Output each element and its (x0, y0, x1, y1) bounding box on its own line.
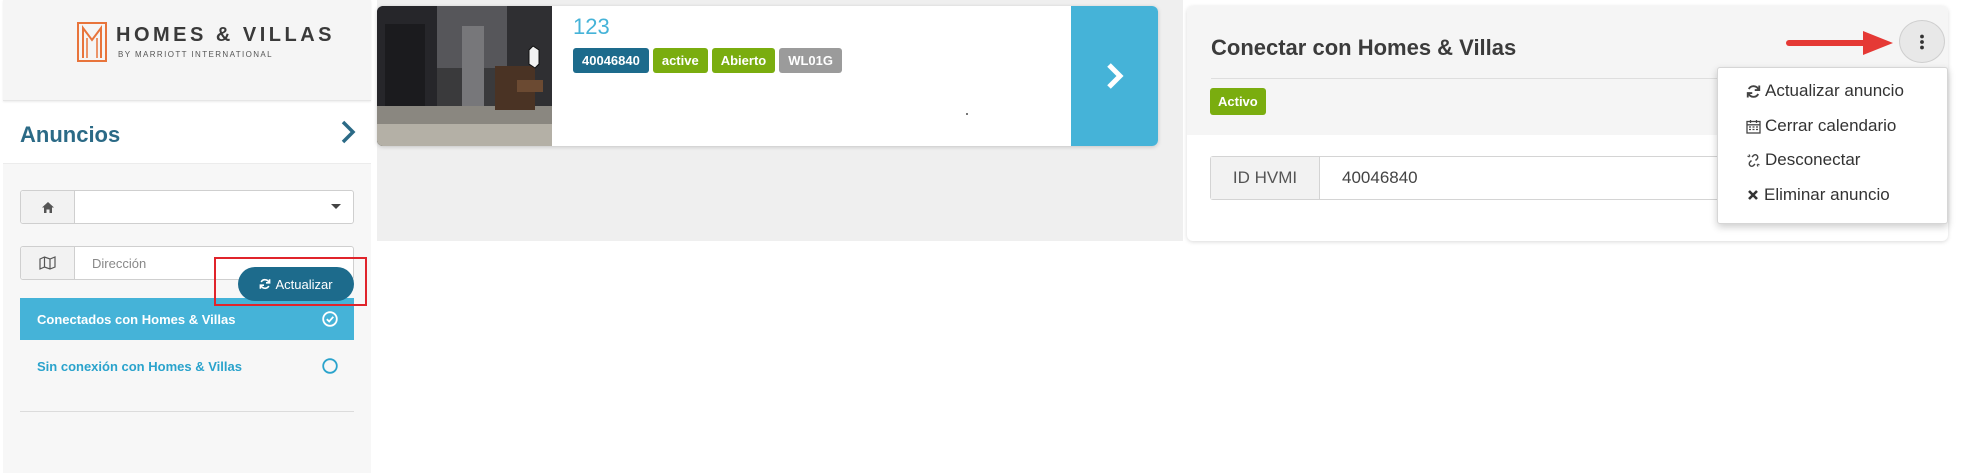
menu-item-disconnect-label: Desconectar (1765, 150, 1861, 169)
caret-down-icon (331, 204, 341, 209)
check-circle-icon (322, 311, 338, 327)
refresh-button[interactable]: Actualizar (238, 267, 354, 301)
radio-empty-icon (322, 358, 338, 374)
map-icon (39, 256, 56, 270)
sidebar: HOMES & VILLAS BY MARRIOTT INTERNATIONAL… (0, 0, 374, 473)
property-select[interactable] (20, 190, 354, 224)
listing-photo (377, 6, 552, 146)
menu-item-update-listing-label: Actualizar anuncio (1765, 81, 1904, 100)
refresh-button-label: Actualizar (275, 276, 333, 292)
options-menu: Actualizar anuncio Cerrar calendario Des… (1717, 67, 1948, 224)
brand-logo-box: HOMES & VILLAS BY MARRIOTT INTERNATIONAL (3, 0, 371, 101)
menu-item-close-calendar-label: Cerrar calendario (1765, 116, 1897, 135)
listing-card[interactable]: 123 40046840 active Abierto WL01G (377, 6, 1158, 146)
listing-name[interactable]: 123 (573, 14, 610, 40)
filter-disconnected[interactable]: Sin conexión con Homes & Villas (20, 345, 354, 387)
brand-subtitle: BY MARRIOTT INTERNATIONAL (118, 50, 274, 59)
filter-connected-label: Conectados con Homes & Villas (37, 311, 236, 327)
hvmi-id-label: ID HVMI (1211, 157, 1320, 199)
listing-calendar-badge: Abierto (711, 48, 776, 73)
menu-item-delete-listing-label: Eliminar anuncio (1764, 185, 1890, 204)
hvmi-id-value: 40046840 (1342, 168, 1418, 187)
red-arrow-annotation (1786, 31, 1893, 55)
panel-divider (20, 411, 354, 412)
vertical-dots-icon (1920, 34, 1924, 49)
connection-title: Conectar con Homes & Villas (1211, 35, 1517, 60)
calendar-icon (1746, 119, 1761, 134)
home-addon (21, 191, 75, 223)
brand-title: HOMES & VILLAS (116, 24, 336, 46)
listing-code-badge: WL01G (779, 48, 843, 73)
home-icon (41, 201, 54, 213)
filter-disconnected-label: Sin conexión con Homes & Villas (37, 358, 242, 374)
status-badge: Activo (1210, 88, 1266, 115)
filter-panel: Conectados con Homes & Villas Sin conexi… (3, 163, 371, 473)
close-icon (1748, 190, 1758, 200)
refresh-icon (260, 278, 271, 290)
menu-item-update-listing[interactable]: Actualizar anuncio (1746, 79, 1904, 103)
listing-open-button[interactable] (1071, 6, 1158, 146)
refresh-icon (1746, 84, 1761, 98)
listing-badges: 40046840 active Abierto WL01G (573, 48, 843, 73)
menu-item-close-calendar[interactable]: Cerrar calendario (1746, 114, 1896, 138)
chevron-right-icon[interactable] (337, 118, 359, 146)
listing-id-badge: 40046840 (573, 48, 649, 73)
listing-state-badge: active (652, 48, 708, 73)
unlink-icon (1747, 153, 1760, 167)
chevron-right-icon (1106, 63, 1124, 89)
map-addon (21, 247, 75, 279)
more-options-button[interactable] (1899, 20, 1945, 63)
listings-header: Anuncios (3, 104, 371, 164)
menu-item-delete-listing[interactable]: Eliminar anuncio (1746, 183, 1890, 207)
menu-item-disconnect[interactable]: Desconectar (1746, 148, 1860, 172)
listing-dot (966, 113, 968, 115)
homes-villas-logo-icon (77, 22, 107, 62)
listings-title: Anuncios (20, 122, 121, 147)
